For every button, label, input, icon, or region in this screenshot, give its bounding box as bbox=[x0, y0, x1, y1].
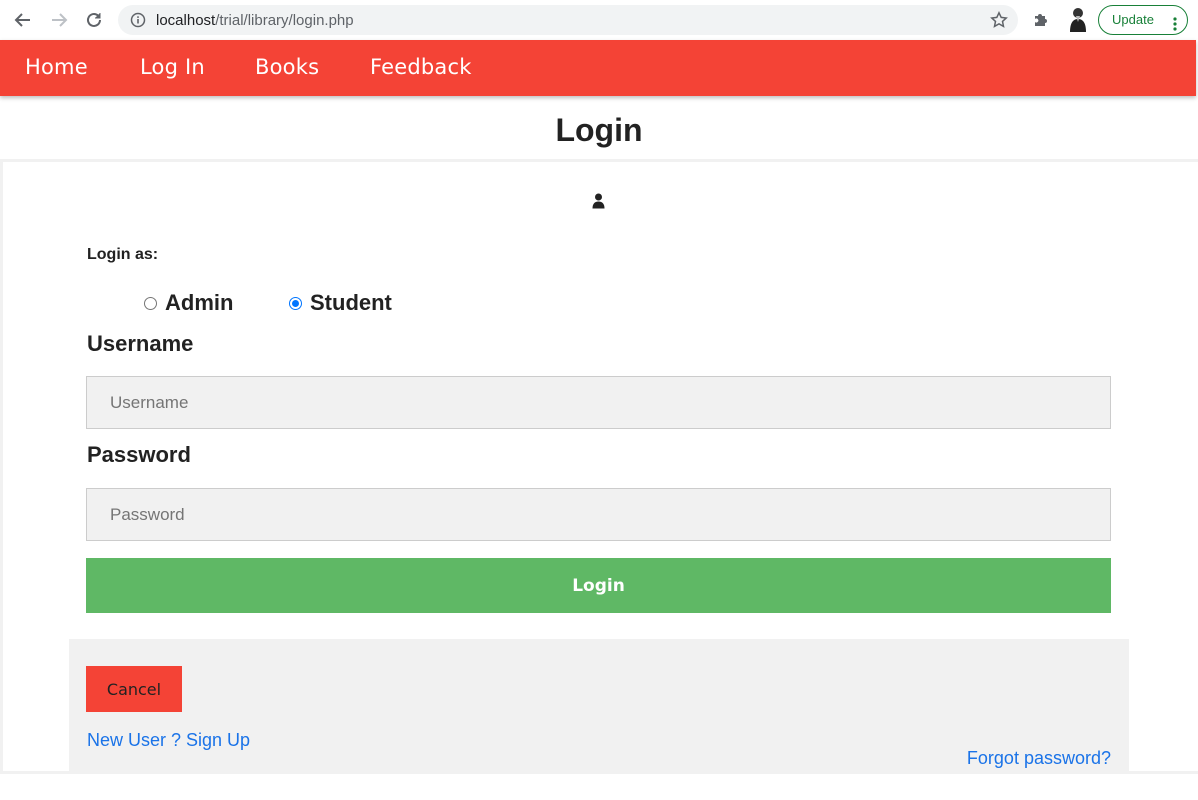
nav-feedback-link[interactable]: Feedback bbox=[370, 40, 472, 96]
cancel-button[interactable]: Cancel bbox=[86, 666, 182, 712]
signup-link[interactable]: New User ? Sign Up bbox=[87, 730, 250, 751]
nav-books-link[interactable]: Books bbox=[255, 40, 319, 96]
forward-arrow-icon[interactable] bbox=[48, 9, 70, 31]
url-text[interactable]: localhost/trial/library/login.php bbox=[156, 12, 354, 29]
url-host: localhost bbox=[156, 12, 216, 29]
browser-toolbar: localhost/trial/library/login.php Update bbox=[0, 0, 1198, 40]
login-as-label: Login as: bbox=[87, 246, 159, 263]
admin-radio-label[interactable]: Admin bbox=[165, 290, 233, 316]
bookmark-star-icon[interactable] bbox=[990, 11, 1008, 34]
role-option-student[interactable]: Student bbox=[289, 290, 392, 316]
info-icon[interactable] bbox=[130, 12, 146, 33]
back-arrow-icon[interactable] bbox=[12, 9, 34, 31]
student-radio[interactable] bbox=[289, 296, 302, 310]
username-label: Username bbox=[87, 331, 194, 356]
password-input[interactable] bbox=[86, 488, 1111, 541]
admin-radio[interactable] bbox=[144, 296, 157, 310]
address-bar[interactable]: localhost/trial/library/login.php bbox=[118, 5, 1018, 35]
role-option-admin[interactable]: Admin bbox=[144, 290, 233, 316]
extensions-puzzle-icon[interactable] bbox=[1032, 9, 1052, 34]
update-label: Update bbox=[1112, 12, 1154, 27]
site-navbar: Home Log In Books Feedback bbox=[0, 40, 1196, 96]
reload-icon[interactable] bbox=[83, 9, 105, 31]
student-radio-label[interactable]: Student bbox=[310, 290, 392, 316]
forgot-password-link[interactable]: Forgot password? bbox=[967, 748, 1111, 769]
page-title: Login bbox=[555, 112, 643, 148]
password-label: Password bbox=[87, 442, 191, 467]
user-icon bbox=[592, 193, 605, 214]
username-input[interactable] bbox=[86, 376, 1111, 429]
nav-home-link[interactable]: Home bbox=[25, 40, 88, 96]
more-menu-icon bbox=[1173, 13, 1177, 41]
url-path: /trial/library/login.php bbox=[215, 12, 354, 29]
browser-update-button[interactable]: Update bbox=[1098, 5, 1188, 35]
nav-login-link[interactable]: Log In bbox=[140, 40, 205, 96]
profile-avatar-icon[interactable] bbox=[1066, 6, 1090, 34]
login-button[interactable]: Login bbox=[86, 558, 1111, 613]
